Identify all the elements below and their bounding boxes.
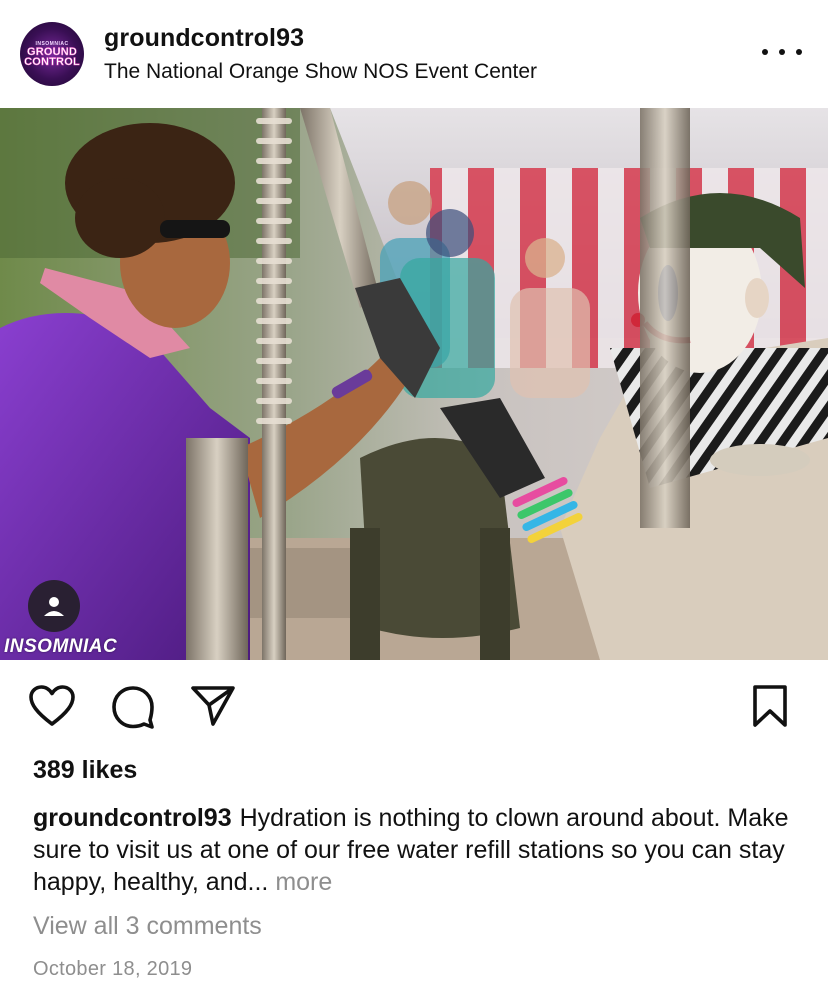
post-location[interactable]: The National Orange Show NOS Event Cente… [104,60,537,84]
likes-count[interactable]: 389 likes [33,756,137,785]
comment-icon[interactable] [110,684,156,735]
action-bar [0,660,828,750]
avatar-logo-line2: CONTROL [24,56,80,68]
photo-illustration [0,108,828,660]
caption-username[interactable]: groundcontrol93 [33,804,232,832]
post-date: October 18, 2019 [33,958,193,980]
heart-icon[interactable] [28,684,76,733]
caption-more-link[interactable]: more [275,868,332,896]
more-options-icon[interactable] [762,40,802,64]
user-tag-icon[interactable] [28,580,80,632]
post-username[interactable]: groundcontrol93 [104,24,304,53]
share-icon[interactable] [190,684,236,733]
post-header: INSOMNIAC GROUND CONTROL groundcontrol93… [0,0,828,108]
post-photo[interactable]: INSOMNIAC [0,108,828,660]
photo-watermark: INSOMNIAC [4,636,118,657]
profile-avatar[interactable]: INSOMNIAC GROUND CONTROL [20,22,84,86]
bookmark-icon[interactable] [750,684,790,733]
view-all-comments-link[interactable]: View all 3 comments [33,912,262,941]
post-caption: groundcontrol93 Hydration is nothing to c… [33,802,803,898]
